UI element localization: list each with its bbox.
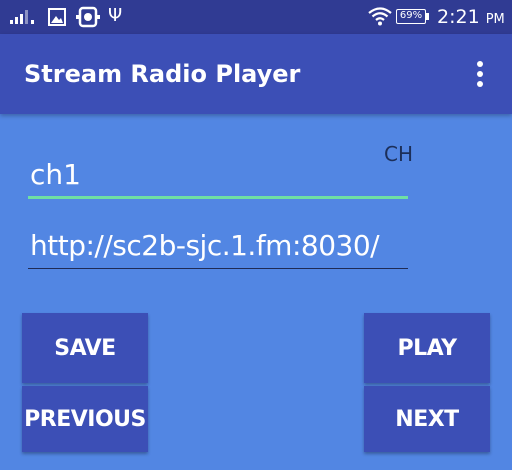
clock: 2:21 PM (437, 6, 505, 31)
app-title: Stream Radio Player (24, 60, 301, 88)
status-bar: Ψ 69% 2:21 PM (0, 0, 512, 34)
menu-dot (477, 61, 483, 67)
save-button[interactable]: SAVE (22, 313, 148, 383)
menu-dot (477, 71, 483, 77)
more-vert-icon[interactable] (466, 58, 494, 90)
signal-icon (10, 10, 34, 24)
notification-icon (76, 6, 100, 28)
wifi-icon (368, 7, 392, 26)
app-bar: Stream Radio Player (0, 34, 512, 114)
next-button[interactable]: NEXT (364, 386, 490, 452)
battery-icon: 69% (396, 9, 426, 24)
battery-tip (426, 13, 429, 20)
clock-ampm: PM (485, 12, 505, 27)
channel-name-input[interactable] (28, 153, 408, 199)
menu-dot (477, 81, 483, 87)
usb-icon: Ψ (108, 5, 123, 26)
previous-button[interactable]: PREVIOUS (22, 386, 148, 452)
clock-time: 2:21 (437, 6, 480, 28)
image-icon (48, 8, 66, 26)
stream-url-input[interactable] (28, 223, 408, 269)
play-button[interactable]: PLAY (364, 313, 490, 383)
